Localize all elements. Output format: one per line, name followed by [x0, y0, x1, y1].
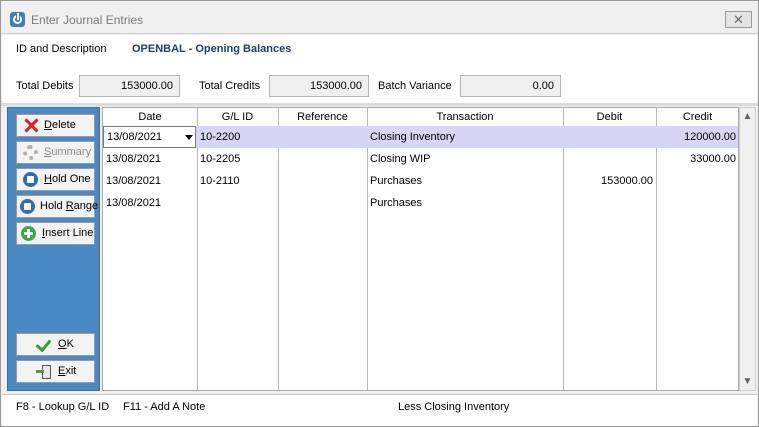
- hold-icon: [20, 199, 35, 214]
- column-header-debit[interactable]: Debit: [563, 108, 656, 127]
- cell-date[interactable]: 13/08/2021: [103, 148, 197, 170]
- ok-label-post: K: [66, 338, 74, 350]
- cell-credit[interactable]: [656, 170, 738, 192]
- delete-button[interactable]: Delete: [16, 114, 95, 137]
- table-row[interactable]: 13/08/2021 10-2200 Closing Inventory 120…: [103, 126, 738, 148]
- cell-transaction[interactable]: Closing Inventory: [367, 126, 563, 148]
- cell-debit[interactable]: [563, 192, 656, 214]
- f11-hint: F11 - Add A Note: [123, 401, 206, 413]
- title-bar: Enter Journal Entries ✕: [1, 1, 758, 34]
- cell-date[interactable]: 13/08/2021: [103, 192, 197, 214]
- summary-label-post: ummary: [51, 146, 92, 158]
- cell-reference[interactable]: [278, 192, 367, 214]
- total-credits-label: Total Credits: [199, 80, 261, 92]
- power-icon: [10, 12, 25, 27]
- column-header-reference[interactable]: Reference: [278, 108, 367, 127]
- exit-icon: [35, 364, 51, 379]
- hold-one-label-hotkey: H: [44, 173, 52, 185]
- id-description-label: ID and Description: [16, 43, 107, 55]
- scroll-down-icon[interactable]: ▼: [740, 374, 755, 389]
- cell-date[interactable]: 13/08/2021: [103, 170, 197, 192]
- total-debits-field: 153000.00: [79, 75, 180, 97]
- column-header-transaction[interactable]: Transaction: [367, 108, 563, 127]
- f8-hint: F8 - Lookup G/L ID: [16, 401, 110, 413]
- insert-line-label-post: nsert Line: [45, 227, 94, 239]
- cell-gl-id[interactable]: 10-2110: [197, 170, 278, 192]
- cell-credit[interactable]: [656, 192, 738, 214]
- header-separator: [1, 103, 758, 106]
- action-panel: Delete Summary Hold One Hold Range Inser…: [7, 107, 100, 391]
- hold-icon: [23, 172, 38, 187]
- window-title: Enter Journal Entries: [31, 13, 144, 27]
- cell-gl-id[interactable]: 10-2200: [197, 126, 278, 148]
- ok-button[interactable]: OK: [16, 333, 95, 356]
- hold-one-label-post: old One: [51, 173, 91, 185]
- red-x-icon: [23, 118, 38, 133]
- scroll-up-icon[interactable]: ▲: [740, 109, 755, 124]
- table-row[interactable]: 13/08/2021 Purchases: [103, 192, 738, 214]
- cell-gl-id[interactable]: [197, 192, 278, 214]
- cell-debit[interactable]: 153000.00: [563, 170, 656, 192]
- cell-transaction[interactable]: Closing WIP: [367, 148, 563, 170]
- gear-icon: [23, 145, 38, 160]
- cell-debit[interactable]: [563, 148, 656, 170]
- plus-icon: [21, 226, 36, 241]
- summary-button[interactable]: Summary: [16, 141, 95, 164]
- ok-label-hotkey: O: [58, 338, 67, 350]
- batch-variance-field: 0.00: [460, 75, 561, 97]
- total-debits-label: Total Debits: [16, 80, 74, 92]
- delete-label-hotkey: D: [44, 119, 52, 131]
- table-row[interactable]: 13/08/2021 10-2110 Purchases 153000.00: [103, 170, 738, 192]
- exit-label-post: xit: [65, 365, 77, 377]
- cell-reference[interactable]: [278, 148, 367, 170]
- column-header-date[interactable]: Date: [103, 108, 197, 127]
- grid-scrollbar[interactable]: ▲ ▼: [739, 107, 756, 391]
- insert-line-button[interactable]: Insert Line: [16, 222, 95, 245]
- cell-credit[interactable]: 120000.00: [656, 126, 738, 148]
- id-description-value: OPENBAL - Opening Balances: [132, 43, 292, 55]
- date-input-value: 13/08/2021: [107, 131, 163, 143]
- total-credits-field: 153000.00: [269, 75, 369, 97]
- check-icon: [35, 337, 50, 352]
- status-message: Less Closing Inventory: [398, 401, 510, 413]
- status-bar: F8 - Lookup G/L ID F11 - Add A Note Less…: [2, 394, 757, 426]
- hold-range-label-hotkey: R: [65, 200, 74, 212]
- chevron-down-icon[interactable]: [182, 127, 197, 147]
- exit-button[interactable]: Exit: [16, 360, 95, 383]
- journal-grid: Date G/L ID Reference Transaction Debit …: [102, 107, 739, 391]
- cell-credit[interactable]: 33000.00: [656, 148, 738, 170]
- cell-gl-id[interactable]: 10-2205: [197, 148, 278, 170]
- cell-reference[interactable]: [278, 126, 367, 148]
- hold-one-button[interactable]: Hold One: [16, 168, 95, 191]
- table-row[interactable]: 13/08/2021 10-2205 Closing WIP 33000.00: [103, 148, 738, 170]
- cell-transaction[interactable]: Purchases: [367, 192, 563, 214]
- batch-variance-label: Batch Variance: [378, 80, 452, 92]
- hold-range-label-post: ange: [73, 200, 99, 212]
- journal-entries-window: Enter Journal Entries ✕ ID and Descripti…: [0, 0, 759, 427]
- delete-label-post: elete: [51, 119, 76, 131]
- close-button[interactable]: ✕: [725, 11, 752, 28]
- column-header-gl-id[interactable]: G/L ID: [197, 108, 278, 127]
- hold-range-button[interactable]: Hold Range: [16, 195, 99, 218]
- cell-debit[interactable]: [563, 126, 656, 148]
- cell-transaction[interactable]: Purchases: [367, 170, 563, 192]
- hold-range-label-pre: Hold: [40, 200, 66, 212]
- cell-reference[interactable]: [278, 170, 367, 192]
- header-panel: ID and Description OPENBAL - Opening Bal…: [2, 35, 757, 103]
- date-input[interactable]: 13/08/2021: [103, 126, 196, 148]
- column-header-credit[interactable]: Credit: [656, 108, 738, 127]
- grid-header: Date G/L ID Reference Transaction Debit …: [103, 108, 738, 127]
